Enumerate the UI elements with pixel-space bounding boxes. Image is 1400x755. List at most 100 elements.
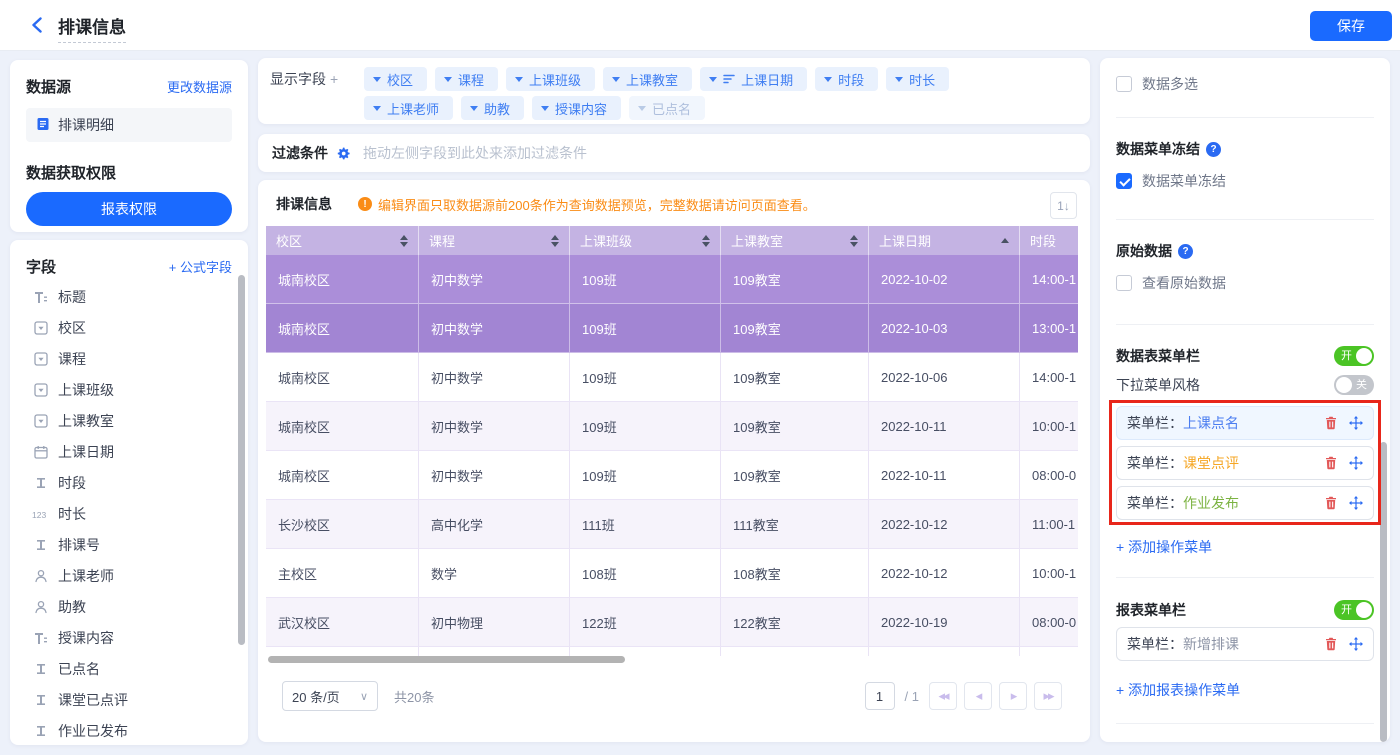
table-row[interactable]: 长沙校区高中化学111班111教室2022-10-1211:00-1 bbox=[266, 500, 1078, 549]
display-field-chip-校区[interactable]: 校区 bbox=[364, 67, 427, 91]
menu-bar-item-课堂点评[interactable]: 菜单栏：课堂点评 bbox=[1116, 446, 1374, 480]
trash-icon[interactable] bbox=[1324, 416, 1338, 430]
table-cell: 13:00-1 bbox=[1020, 304, 1078, 352]
trash-icon[interactable] bbox=[1324, 496, 1338, 510]
sort-icon[interactable] bbox=[702, 235, 710, 247]
move-icon[interactable] bbox=[1349, 456, 1363, 470]
field-item-排课号[interactable]: 排课号 bbox=[26, 529, 232, 560]
sort-order-button[interactable]: 1↓ bbox=[1050, 192, 1077, 219]
first-page-button[interactable]: ◂◂ bbox=[929, 682, 957, 710]
field-item-课程[interactable]: 课程 bbox=[26, 343, 232, 374]
move-icon[interactable] bbox=[1349, 416, 1363, 430]
display-field-chip-助教[interactable]: 助教 bbox=[461, 96, 524, 120]
menu-freeze-checkbox[interactable] bbox=[1116, 173, 1132, 189]
column-header-课程[interactable]: 课程 bbox=[419, 226, 570, 255]
save-button[interactable]: 保存 bbox=[1310, 11, 1392, 41]
field-item-校区[interactable]: 校区 bbox=[26, 312, 232, 343]
field-item-上课日期[interactable]: 上课日期 bbox=[26, 436, 232, 467]
field-item-作业已发布[interactable]: 作业已发布 bbox=[26, 715, 232, 745]
table-menu-toggle[interactable]: 开 bbox=[1334, 346, 1374, 366]
add-formula-field-link[interactable]: + 公式字段 bbox=[169, 257, 232, 276]
page-size-select[interactable]: 20 条/页 ∨ bbox=[282, 681, 378, 711]
filter-dropzone-placeholder[interactable]: 拖动左侧字段到此处来添加过滤条件 bbox=[363, 143, 587, 163]
trash-icon[interactable] bbox=[1324, 456, 1338, 470]
table-cell: 初中数学 bbox=[419, 304, 570, 352]
table-row[interactable]: 城南校区初中数学109班109教室2022-10-0214:00-1 bbox=[266, 255, 1078, 304]
display-field-chip-时长[interactable]: 时长 bbox=[886, 67, 949, 91]
column-header-上课日期[interactable]: 上课日期 bbox=[869, 226, 1020, 255]
add-action-menu-link[interactable]: + 添加操作菜单 bbox=[1116, 537, 1374, 557]
change-datasource-link[interactable]: 更改数据源 bbox=[167, 77, 232, 96]
table-horizontal-scrollbar-thumb[interactable] bbox=[268, 656, 625, 663]
raw-data-checkbox-row[interactable]: 查看原始数据 bbox=[1116, 273, 1374, 293]
add-display-field-icon[interactable]: + bbox=[330, 71, 338, 87]
report-menu-toggle[interactable]: 开 bbox=[1334, 600, 1374, 620]
field-item-课堂已点评[interactable]: 课堂已点评 bbox=[26, 684, 232, 715]
help-icon[interactable]: ? bbox=[1178, 244, 1193, 259]
table-cell: 初中数学 bbox=[419, 402, 570, 450]
menu-bar-item-新增排课[interactable]: 菜单栏：新增排课 bbox=[1116, 627, 1374, 661]
column-header-校区[interactable]: 校区 bbox=[266, 226, 419, 255]
table-row[interactable]: 武汉校区初中物理122班122教室2022-10-1908:00-0 bbox=[266, 598, 1078, 647]
menu-bar-item-作业发布[interactable]: 菜单栏：作业发布 bbox=[1116, 486, 1374, 520]
column-header-时段[interactable]: 时段 bbox=[1020, 226, 1078, 255]
column-header-上课班级[interactable]: 上课班级 bbox=[570, 226, 721, 255]
filter-panel: 过滤条件 拖动左侧字段到此处来添加过滤条件 bbox=[258, 134, 1090, 172]
add-report-action-menu-link[interactable]: + 添加报表操作菜单 bbox=[1116, 680, 1374, 700]
field-item-标题[interactable]: 标题 bbox=[26, 281, 232, 312]
column-header-上课教室[interactable]: 上课教室 bbox=[721, 226, 869, 255]
table-row[interactable]: 城南校区初中数学109班109教室2022-10-1108:00-0 bbox=[266, 451, 1078, 500]
sort-asc-icon[interactable] bbox=[1001, 238, 1009, 243]
display-field-chip-已点名[interactable]: 已点名 bbox=[629, 96, 705, 120]
table-horizontal-scrollbar[interactable] bbox=[266, 656, 1078, 663]
dropdown-style-toggle[interactable]: 关 bbox=[1334, 375, 1374, 395]
field-item-上课教室[interactable]: 上课教室 bbox=[26, 405, 232, 436]
next-page-button[interactable]: ▸ bbox=[999, 682, 1027, 710]
menu-bar-item-上课点名[interactable]: 菜单栏：上课点名 bbox=[1116, 406, 1374, 440]
field-item-时长[interactable]: 123时长 bbox=[26, 498, 232, 529]
sort-icon[interactable] bbox=[551, 235, 559, 247]
display-field-chip-上课教室[interactable]: 上课教室 bbox=[603, 67, 692, 91]
report-permission-button[interactable]: 报表权限 bbox=[26, 192, 232, 226]
field-item-已点名[interactable]: 已点名 bbox=[26, 653, 232, 684]
prev-page-button[interactable]: ◂ bbox=[964, 682, 992, 710]
datasource-item[interactable]: 排课明细 bbox=[26, 108, 232, 142]
help-icon[interactable]: ? bbox=[1206, 142, 1221, 157]
table-row[interactable]: 城南校区初中数学109班109教室2022-10-0614:00-1 bbox=[266, 353, 1078, 402]
menu-item-label: 课堂点评 bbox=[1183, 453, 1239, 473]
last-page-button[interactable]: ▸▸ bbox=[1034, 682, 1062, 710]
move-icon[interactable] bbox=[1349, 637, 1363, 651]
current-page-input[interactable]: 1 bbox=[865, 682, 895, 710]
table-cell: 数学 bbox=[419, 549, 570, 597]
total-count-label: 共20条 bbox=[394, 687, 434, 706]
display-field-chip-上课老师[interactable]: 上课老师 bbox=[364, 96, 453, 120]
field-item-时段[interactable]: 时段 bbox=[26, 467, 232, 498]
field-item-授课内容[interactable]: 授课内容 bbox=[26, 622, 232, 653]
display-field-chip-上课日期[interactable]: 上课日期 bbox=[700, 67, 807, 91]
raw-data-checkbox[interactable] bbox=[1116, 275, 1132, 291]
move-icon[interactable] bbox=[1349, 496, 1363, 510]
sort-icon[interactable] bbox=[850, 235, 858, 247]
multi-select-checkbox[interactable] bbox=[1116, 76, 1132, 92]
multi-select-checkbox-row[interactable]: 数据多选 bbox=[1116, 74, 1374, 94]
table-row[interactable] bbox=[266, 647, 1078, 656]
back-button[interactable] bbox=[26, 14, 48, 36]
gear-icon[interactable] bbox=[336, 146, 351, 161]
display-field-chip-课程[interactable]: 课程 bbox=[435, 67, 498, 91]
table-row[interactable]: 城南校区初中数学109班109教室2022-10-0313:00-1 bbox=[266, 304, 1078, 353]
display-field-chip-授课内容[interactable]: 授课内容 bbox=[532, 96, 621, 120]
menu-freeze-checkbox-row[interactable]: 数据菜单冻结 bbox=[1116, 171, 1374, 191]
field-item-助教[interactable]: 助教 bbox=[26, 591, 232, 622]
sort-icon[interactable] bbox=[400, 235, 408, 247]
display-field-chip-时段[interactable]: 时段 bbox=[815, 67, 878, 91]
display-field-chip-上课班级[interactable]: 上课班级 bbox=[506, 67, 595, 91]
field-item-上课班级[interactable]: 上课班级 bbox=[26, 374, 232, 405]
table-row[interactable]: 城南校区初中数学109班109教室2022-10-1110:00-1 bbox=[266, 402, 1078, 451]
warning-icon: ! bbox=[358, 197, 372, 211]
fields-scrollbar-thumb[interactable] bbox=[238, 275, 245, 645]
settings-scrollbar-thumb[interactable] bbox=[1380, 442, 1387, 742]
table-row[interactable]: 主校区数学108班108教室2022-10-1210:00-1 bbox=[266, 549, 1078, 598]
chevron-down-icon bbox=[444, 77, 452, 82]
trash-icon[interactable] bbox=[1324, 637, 1338, 651]
field-item-上课老师[interactable]: 上课老师 bbox=[26, 560, 232, 591]
